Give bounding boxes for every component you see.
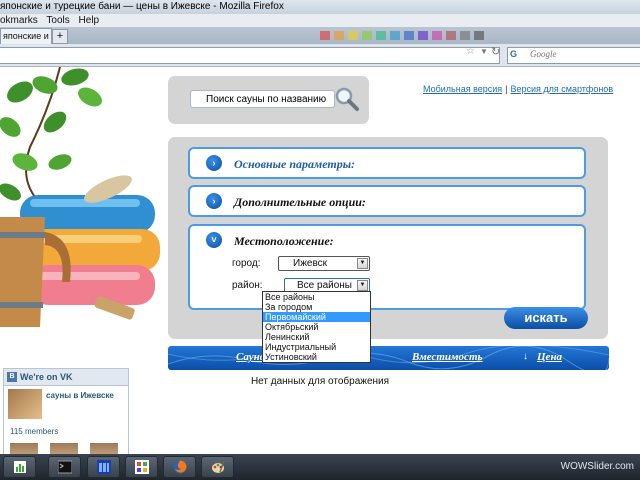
column-sauna[interactable]: Сауна [236, 351, 265, 363]
reload-icon[interactable]: ↻ [491, 45, 500, 58]
section-title-main: Основные параметры: [234, 157, 356, 171]
chevron-down-icon[interactable]: ▼ [357, 258, 368, 269]
search-button[interactable]: искать [504, 307, 588, 329]
vk-group-name[interactable]: сауны в Ижевске [46, 391, 114, 400]
column-price[interactable]: Цена [537, 351, 562, 363]
window-icon [97, 460, 111, 474]
url-bar[interactable] [0, 47, 500, 64]
menu-bookmarks[interactable]: okmarks [0, 15, 38, 26]
city-select[interactable]: Ижевск ▼ [278, 256, 370, 271]
menu-tools[interactable]: Tools [46, 15, 69, 26]
results-header: Сауна Вместимость ↓ Цена [168, 346, 609, 370]
terminal-icon [58, 460, 72, 474]
paint-icon [135, 460, 149, 474]
district-option[interactable]: Ленинский [263, 332, 370, 342]
district-option[interactable]: Октябрьский [263, 322, 370, 332]
collapse-arrow-icon[interactable]: ˅ [206, 232, 222, 248]
vk-heading: We're on VK [20, 372, 73, 382]
smartphone-version-link[interactable]: Версия для смартфонов [511, 84, 614, 94]
vk-widget: B We're on VK сауны в Ижевске 115 member… [3, 368, 129, 454]
city-value: Ижевск [293, 258, 328, 269]
bookmark-star-icon[interactable]: ☆ [466, 46, 475, 57]
browser-search-placeholder: Google [530, 49, 557, 59]
browser-search-box[interactable]: G Google [507, 47, 640, 64]
menu-bar: okmarks Tools Help [0, 14, 640, 27]
taskbar-app-paint[interactable] [125, 456, 158, 478]
district-option[interactable]: Все районы [263, 292, 370, 302]
column-capacity[interactable]: Вместимость [412, 351, 483, 363]
district-value: Все районы [297, 280, 352, 291]
sauna-illustration [0, 67, 160, 327]
district-label: район: [232, 280, 263, 291]
page-content: Мобильная версия | Версия для смартфонов П… [0, 67, 640, 454]
paint-brush-icon [212, 460, 225, 473]
district-option[interactable]: Индустриальный [263, 342, 370, 352]
vk-member-avatars [10, 443, 118, 454]
taskbar-app-terminal[interactable] [48, 456, 81, 478]
firefox-icon [173, 460, 187, 474]
avatar[interactable] [90, 443, 118, 454]
watermark-text: WOWSlider.com [560, 461, 634, 472]
taskbar-app-paint-brush[interactable] [201, 456, 234, 478]
browser-tab[interactable]: японские и т... [0, 28, 52, 44]
district-option[interactable]: За городом [263, 302, 370, 312]
google-icon[interactable]: G [510, 49, 520, 61]
window-title: японские и турецкие бани — цены в Ижевск… [0, 0, 640, 14]
district-option[interactable]: Устиновский [263, 352, 370, 362]
sort-arrow-icon[interactable]: ↓ [523, 351, 528, 362]
magnifier-icon[interactable] [334, 86, 360, 112]
taskbar-app-firefox[interactable] [163, 456, 196, 478]
version-links: Мобильная версия | Версия для смартфонов [423, 84, 614, 94]
mobile-version-link[interactable]: Мобильная версия [423, 84, 502, 94]
navigation-bar: ☆ ▼ ↻ G Google [0, 44, 640, 67]
vk-widget-header: B We're on VK [4, 369, 128, 386]
section-title-location: Местоположение: [234, 234, 334, 248]
url-dropdown-icon[interactable]: ▼ [480, 47, 488, 56]
section-title-extra: Дополнительные опции: [234, 195, 366, 209]
toolbar-swatches [320, 31, 484, 40]
district-option-highlighted[interactable]: Первомайский [263, 312, 370, 322]
taskbar-app-chart[interactable] [3, 456, 36, 478]
main-params-section[interactable]: › Основные параметры: [188, 147, 586, 179]
tab-bar: японские и т... + [0, 27, 640, 44]
chart-icon [14, 461, 26, 473]
location-section: ˅ Местоположение: город: Ижевск ▼ район:… [188, 224, 586, 310]
sauna-search-panel: Поиск сауны по названию [168, 76, 369, 124]
menu-help[interactable]: Help [79, 15, 100, 26]
sauna-search-input[interactable]: Поиск сауны по названию [190, 90, 335, 108]
expand-arrow-icon[interactable]: › [206, 193, 222, 209]
new-tab-button[interactable]: + [52, 29, 68, 44]
chevron-down-icon[interactable]: ▼ [357, 280, 368, 291]
birch-leaves-icon [0, 67, 102, 201]
city-label: город: [232, 258, 261, 269]
taskbar-app-window[interactable] [87, 456, 120, 478]
avatar[interactable] [50, 443, 78, 454]
expand-arrow-icon[interactable]: › [206, 155, 222, 171]
taskbar: WOWSlider.com [0, 454, 640, 480]
vk-group-avatar[interactable] [8, 389, 42, 419]
avatar[interactable] [10, 443, 38, 454]
district-dropdown-list: Все районы За городом Первомайский Октяб… [262, 291, 371, 363]
vk-logo-icon: B [7, 372, 17, 382]
extra-options-section[interactable]: › Дополнительные опции: [188, 185, 586, 217]
vk-members-count: 115 members [10, 427, 59, 436]
